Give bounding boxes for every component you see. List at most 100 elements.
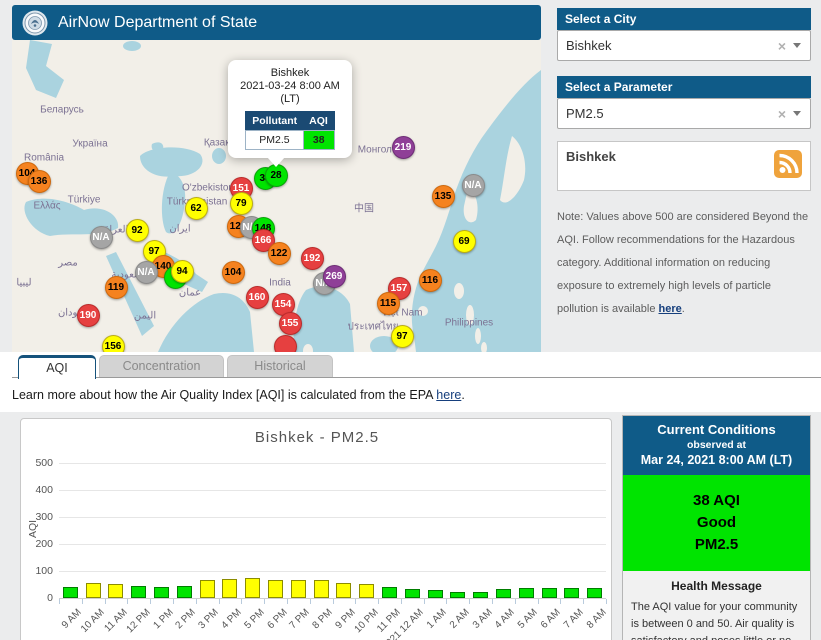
map-marker[interactable]: 97 [391,325,414,348]
chart-bar [131,586,146,598]
map-marker[interactable]: 156 [102,335,125,353]
chart-x-tick [105,599,106,604]
tab-concentration[interactable]: Concentration [99,355,224,377]
chart-x-tick [515,599,516,604]
chart-x-axis-line [59,598,606,599]
popup-city: Bishkek [234,67,346,80]
chart-gridline [59,571,606,572]
chart-x-tick [310,599,311,604]
map-marker[interactable]: 115 [377,292,400,315]
city-clear-icon[interactable]: × [771,38,793,54]
map-marker[interactable]: 219 [392,136,415,159]
tab-aqi[interactable]: AQI [18,355,96,379]
map-marker[interactable]: 119 [105,276,128,299]
chart-x-tick [446,599,447,604]
chart-x-tick [401,599,402,604]
tab-divider [12,377,821,378]
select-city-header: Select a City [557,8,811,30]
chart-bar [564,588,579,598]
map-place-label: O'zbekiston [182,183,234,194]
map-marker[interactable]: N/A [90,226,113,249]
tab-historical[interactable]: Historical [227,355,333,377]
chart-bar [63,587,78,598]
health-message-title: Health Message [631,579,802,593]
chart-bar [496,589,511,598]
map-marker[interactable]: 190 [77,304,100,327]
aqi-map[interactable]: БеларусьУкраїнаRomâniaΕλλάςTürkiyeالعراق… [12,40,541,352]
parameter-select[interactable]: PM2.5 × [557,98,811,129]
chart-bar [245,578,260,598]
chart-bar [200,580,215,598]
map-marker[interactable]: 122 [268,242,291,265]
map-marker[interactable]: 92 [126,219,149,242]
chart-x-tick [538,599,539,604]
health-message-box: Health Message The AQI value for your co… [623,571,810,640]
chart-x-tick [287,599,288,604]
chart-x-tick [173,599,174,604]
chart-bar [108,584,123,598]
conditions-aqi-value: 38 AQI [629,490,804,512]
chart-bar [314,580,329,598]
map-marker[interactable]: 155 [279,312,302,335]
select-parameter-header: Select a Parameter [557,76,811,98]
chart-x-tick [127,599,128,604]
chart-x-tick [333,599,334,604]
chart-y-tick-label: 400 [25,484,53,496]
map-marker[interactable]: 69 [453,230,476,253]
chart-x-tick [241,599,242,604]
chart-x-tick [219,599,220,604]
learn-more-here-link[interactable]: here [436,388,461,402]
parameter-select-value: PM2.5 [566,106,604,121]
map-marker[interactable]: N/A [135,261,158,284]
chart-bar [542,588,557,598]
map-marker[interactable]: 192 [301,247,324,270]
chart-bar [291,580,306,598]
chart-bar [359,584,374,598]
map-place-label: Philippines [445,318,493,329]
map-marker[interactable]: 135 [432,185,455,208]
chart-gridline [59,544,606,545]
map-marker[interactable] [274,335,297,353]
map-marker[interactable]: 160 [246,286,269,309]
chart-y-tick-label: 500 [25,457,53,469]
beyond-aqi-note: Note: Values above 500 are considered Be… [557,206,813,321]
map-marker[interactable]: 136 [28,170,51,193]
dept-of-state-seal-icon [22,10,48,36]
map-marker[interactable]: N/A [462,174,485,197]
chart-x-tick [378,599,379,604]
map-place-label: مصر [58,258,78,269]
map-place-label: India [269,278,291,289]
rss-city-label: Bishkek [566,149,616,164]
chart-bar [154,587,169,598]
popup-aqi-value: 38 [303,131,334,150]
parameter-clear-icon[interactable]: × [771,106,793,122]
map-marker[interactable]: 94 [171,260,194,283]
chart-bar [382,587,397,598]
parameter-caret-icon[interactable] [793,111,801,116]
city-select[interactable]: Bishkek × [557,30,811,61]
conditions-title: Current Conditions [627,422,806,438]
map-marker[interactable]: 62 [185,197,208,220]
map-place-label: اليمن [134,311,156,322]
conditions-header: Current Conditions observed at Mar 24, 2… [623,416,810,475]
rss-icon[interactable] [774,150,802,183]
chart-bar [428,590,443,598]
city-caret-icon[interactable] [793,43,801,48]
learn-more-text: Learn more about how the Air Quality Ind… [12,388,465,402]
map-marker[interactable]: 269 [323,265,346,288]
note-here-link[interactable]: here [659,303,682,315]
map-place-label: Україна [72,139,107,150]
app-header: AirNow Department of State [12,5,541,40]
app-title: AirNow Department of State [58,14,257,32]
chart-bar [405,589,420,598]
map-marker[interactable]: 116 [419,269,442,292]
chart-y-tick-label: 300 [25,511,53,523]
popup-col-pollutant: Pollutant [246,112,303,131]
map-place-label: ايران [169,224,190,235]
map-marker[interactable]: 79 [230,192,253,215]
chart-bar [222,579,237,598]
map-marker[interactable]: 104 [222,261,245,284]
learn-more-end: . [461,388,464,402]
aqi-chart-card: Bishkek - PM2.5 AQI 01002003004005009 AM… [20,418,612,640]
chart-x-tick [606,599,607,604]
